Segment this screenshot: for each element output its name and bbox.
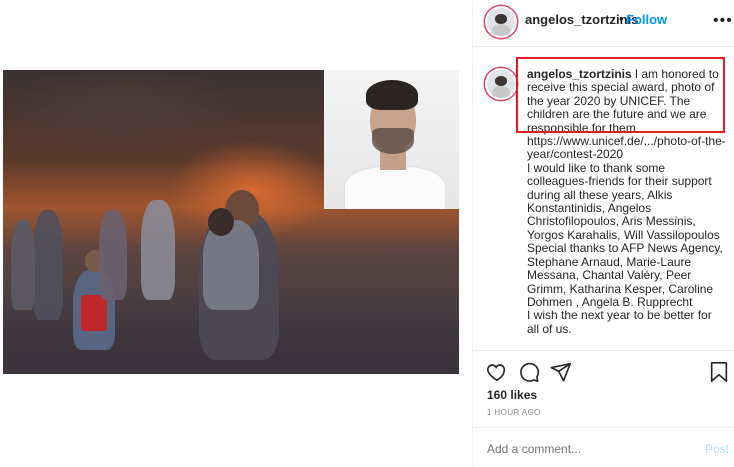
caption-text: I wish the next year to be better for al… [527,308,712,336]
bookmark-icon[interactable] [709,361,729,383]
post-timestamp[interactable]: 1 HOUR AGO [487,408,541,417]
photo-figure [33,210,63,320]
post-comment-button[interactable]: Post [705,442,729,456]
comment-icon[interactable] [518,361,540,383]
separator-dot: • [619,11,624,26]
portrait-beard [372,128,414,154]
post-caption: angelos_tzortzinis I am honored to receiv… [527,68,727,348]
photo-figure [11,220,35,310]
avatar[interactable] [487,8,515,36]
heart-icon[interactable] [486,361,508,383]
more-options-icon[interactable]: ••• [713,12,733,30]
photo-red-bag [81,295,107,331]
post-side-panel: angelos_tzortzinis • Follow ••• angelos_… [472,0,734,466]
caption-text: Special thanks to AFP News Agency, Steph… [527,241,723,309]
post-actions [473,350,734,391]
photo-figure [203,220,259,310]
portrait-hair [366,80,418,110]
send-icon[interactable] [550,361,572,383]
photo-figure [99,210,127,300]
comment-bar: Post [473,427,734,467]
follow-button[interactable]: Follow [626,12,667,27]
post-header: angelos_tzortzinis • Follow ••• [473,0,734,47]
likes-count[interactable]: 160 likes [487,388,537,402]
post-media-area [0,0,472,466]
photo-figure-head [208,208,234,236]
photographer-portrait [324,70,459,209]
caption-avatar[interactable] [487,70,515,98]
caption-text: I would like to thank some colleagues-fr… [527,160,720,242]
caption-link[interactable]: https://www.unicef.de/.../photo-of-the-y… [527,134,727,162]
caption-username[interactable]: angelos_tzortzinis [527,68,632,81]
comment-input[interactable] [487,442,687,456]
photo-figure [141,200,175,300]
portrait-shirt [344,166,446,209]
